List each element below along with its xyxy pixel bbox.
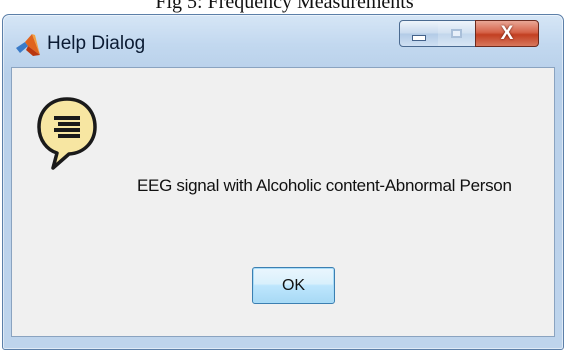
help-speech-bubble-icon: [37, 97, 97, 170]
close-button[interactable]: X: [475, 20, 539, 47]
dialog-message: EEG signal with Alcoholic content-Abnorm…: [137, 176, 512, 195]
ok-button[interactable]: OK: [252, 267, 335, 304]
minimize-button[interactable]: [399, 20, 439, 47]
matlab-logo-icon: [16, 34, 40, 56]
dialog-body: EEG signal with Alcoholic content-Abnorm…: [11, 67, 555, 337]
close-icon: X: [500, 22, 514, 44]
title-bar[interactable]: Help Dialog X: [3, 15, 563, 65]
maximize-button[interactable]: [438, 20, 476, 47]
figure-caption: Fig 5: Frequency Measurements: [155, 0, 414, 13]
maximize-icon: [451, 29, 462, 38]
help-dialog-window: Help Dialog X EEG signal with Alcoholic …: [2, 14, 564, 350]
minimize-icon: [412, 35, 426, 41]
window-title: Help Dialog: [47, 33, 146, 54]
